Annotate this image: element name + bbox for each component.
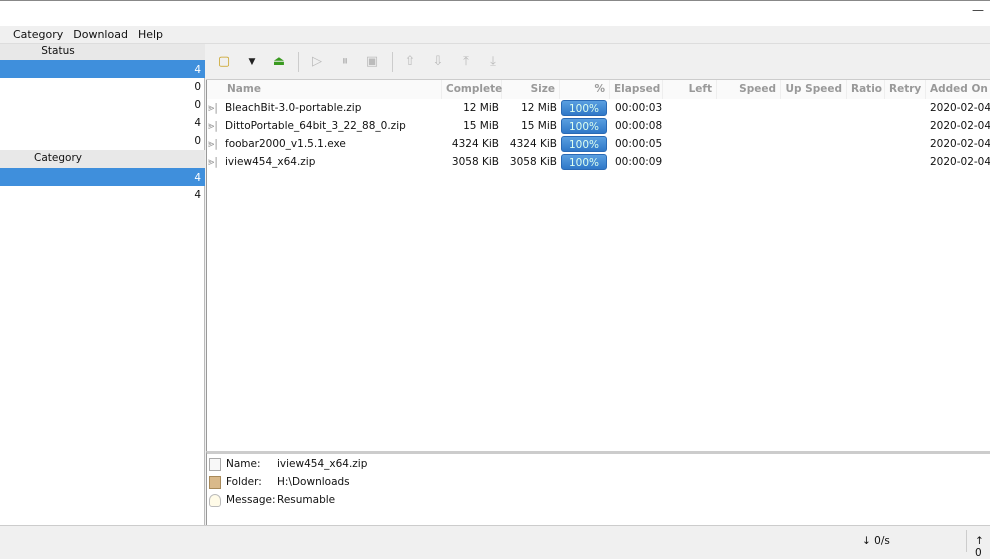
separator: [966, 530, 967, 552]
message-value: Resumable: [277, 494, 336, 506]
lightbulb-icon: [209, 494, 221, 507]
sidebar: Status 4 0 0 4 0 Category 4 4: [0, 44, 205, 525]
progress-bar: 100%: [561, 154, 607, 170]
col-speed[interactable]: Speed: [717, 80, 781, 99]
progress-bar: 100%: [561, 118, 607, 134]
col-up-speed[interactable]: Up Speed: [781, 80, 847, 99]
size: 12 MiB: [521, 102, 557, 114]
move-top-icon[interactable]: ⤒: [458, 54, 474, 70]
col-complete[interactable]: Complete: [442, 80, 502, 99]
complete: 4324 KiB: [451, 138, 499, 150]
size: 3058 KiB: [509, 156, 557, 168]
elapsed: 00:00:09: [615, 156, 663, 168]
file-icon: [209, 458, 221, 471]
elapsed: 00:00:08: [615, 120, 663, 132]
status-item[interactable]: 0: [0, 78, 205, 96]
added-on: 2020-02-04 1: [930, 102, 990, 114]
elapsed: 00:00:05: [615, 138, 663, 150]
menu-download[interactable]: Download: [73, 28, 128, 41]
category-header-label: Category: [34, 152, 82, 164]
dropdown-arrow-icon[interactable]: ▼: [244, 54, 260, 70]
status-bar: ↓ 0/s ↑ 0: [0, 525, 990, 559]
move-up-icon[interactable]: ⇧: [402, 54, 418, 70]
added-on: 2020-02-04 1: [930, 156, 990, 168]
category-item[interactable]: 4: [0, 186, 205, 204]
title-bar: —: [0, 0, 990, 26]
added-on: 2020-02-04 1: [930, 120, 990, 132]
complete: 3058 KiB: [451, 156, 499, 168]
details-panel: Name: iview454_x64.zip Folder: H:\Download…: [206, 451, 990, 525]
status-icon: ⪢|: [208, 155, 218, 168]
minimize-button[interactable]: —: [972, 3, 984, 17]
download-speed: ↓ 0/s: [862, 535, 890, 547]
col-name[interactable]: Name: [207, 80, 442, 99]
file-name: iview454_x64.zip: [225, 156, 316, 168]
col-added-on[interactable]: Added On: [926, 80, 990, 99]
file-name: BleachBit-3.0-portable.zip: [225, 102, 362, 114]
separator: [298, 52, 299, 72]
complete: 15 MiB: [463, 120, 499, 132]
status-item[interactable]: 4: [0, 114, 205, 132]
separator: [392, 52, 393, 72]
status-item[interactable]: 0: [0, 132, 205, 150]
status-header: Status: [0, 44, 205, 60]
message-label: Message:: [226, 494, 276, 506]
elapsed: 00:00:03: [615, 102, 663, 114]
size: 15 MiB: [521, 120, 557, 132]
folder-icon: [209, 476, 221, 489]
add-torrent-icon[interactable]: ⏏: [271, 54, 287, 70]
table-row[interactable]: ⪢| foobar2000_v1.5.1.exe 4324 KiB 4324 KiB 1…: [207, 135, 990, 153]
col-retry[interactable]: Retry: [885, 80, 926, 99]
table-row[interactable]: ⪢| BleachBit-3.0-portable.zip 12 MiB 12 MiB…: [207, 99, 990, 117]
status-icon: ⪢|: [208, 101, 218, 114]
status-header-label: Status: [41, 45, 75, 57]
move-bottom-icon[interactable]: ⤓: [485, 54, 501, 70]
delete-icon[interactable]: ▣: [364, 54, 380, 70]
menu-help[interactable]: Help: [138, 28, 163, 41]
start-icon[interactable]: ▷: [309, 54, 325, 70]
status-item[interactable]: 0: [0, 96, 205, 114]
col-ratio[interactable]: Ratio: [847, 80, 885, 99]
upload-speed: ↑ 0: [975, 535, 984, 559]
status-icon: ⪢|: [208, 119, 218, 132]
folder-value: H:\Downloads: [277, 476, 350, 488]
toolbar: ▢ ▼ ⏏ ▷ ⏸ ▣ ⇧ ⇩ ⤒ ⤓: [206, 44, 990, 80]
col-left[interactable]: Left: [663, 80, 717, 99]
complete: 12 MiB: [463, 102, 499, 114]
category-item-all[interactable]: 4: [0, 168, 205, 186]
new-download-icon[interactable]: ▢: [216, 54, 232, 70]
name-value: iview454_x64.zip: [277, 458, 368, 470]
folder-label: Folder:: [226, 476, 262, 488]
menu-bar: Category Download Help: [0, 26, 990, 44]
move-down-icon[interactable]: ⇩: [430, 54, 446, 70]
category-header: Category: [0, 150, 205, 168]
status-icon: ⪢|: [208, 137, 218, 150]
col-size[interactable]: Size: [502, 80, 560, 99]
progress-bar: 100%: [561, 136, 607, 152]
file-name: foobar2000_v1.5.1.exe: [225, 138, 346, 150]
progress-bar: 100%: [561, 100, 607, 116]
file-name: DittoPortable_64bit_3_22_88_0.zip: [225, 120, 406, 132]
col-percent[interactable]: %: [560, 80, 610, 99]
col-elapsed[interactable]: Elapsed: [610, 80, 663, 99]
menu-category[interactable]: Category: [13, 28, 63, 41]
download-table: Name Complete Size % Elapsed Left Speed …: [206, 80, 990, 451]
status-item-all[interactable]: 4: [0, 60, 205, 78]
table-row[interactable]: ⪢| iview454_x64.zip 3058 KiB 3058 KiB 100% 00…: [207, 153, 990, 171]
size: 4324 KiB: [509, 138, 557, 150]
pause-icon[interactable]: ⏸: [337, 54, 353, 70]
added-on: 2020-02-04 1: [930, 138, 990, 150]
table-row[interactable]: ⪢| DittoPortable_64bit_3_22_88_0.zip 15 Mi…: [207, 117, 990, 135]
name-label: Name:: [226, 458, 261, 470]
